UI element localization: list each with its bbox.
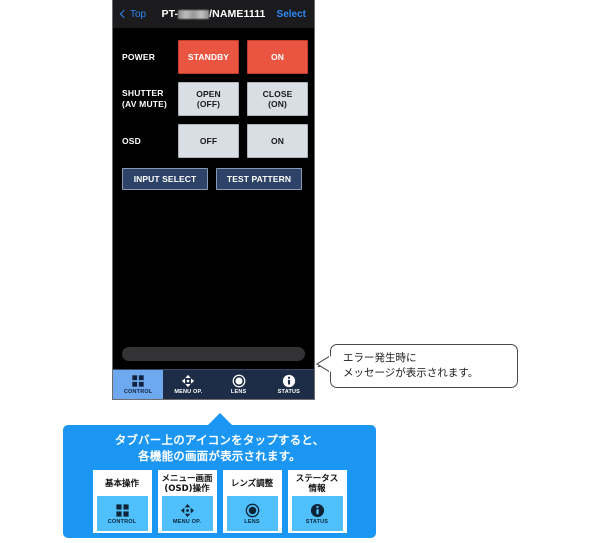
row-label-power: POWER [122, 52, 178, 63]
control-row-power: POWER STANDBY ON [122, 40, 308, 74]
row-label-main: OSD [122, 135, 142, 146]
card-jp-line2: (OSD)操作 [164, 484, 210, 494]
card-icon-box: CONTROL [96, 496, 148, 531]
error-message-bar [122, 347, 305, 361]
power-standby-button[interactable]: STANDBY [178, 40, 239, 74]
row-label-main: SHUTTER [122, 88, 164, 98]
callout-line-2: 各機能の画面が表示されます。 [138, 449, 301, 463]
control-panel: POWER STANDBY ON SHUTTER (AV MUTE) OPEN [113, 28, 314, 190]
card-english-label: STATUS [305, 518, 329, 525]
tab-status[interactable]: STATUS [264, 370, 314, 399]
row-label-osd: OSD [122, 136, 178, 147]
button-label-line2: (OFF) [196, 99, 221, 109]
button-label-line1: CLOSE [262, 89, 293, 99]
card-icon-box: STATUS [291, 496, 343, 531]
feature-card-control[interactable]: 基本操作 CONTROL [92, 470, 152, 533]
feature-card-list: 基本操作 CONTROL メニュー画面 (OSD)操作 MENU OP. レンズ… [63, 470, 376, 533]
tab-label: MENU OP. [174, 389, 203, 395]
callout-line-1: タブバー上のアイコンをタップすると、 [114, 433, 325, 447]
card-jp-line1: レンズ調整 [230, 478, 274, 489]
tabbar-explanation-callout: タブバー上のアイコンをタップすると、 各機能の画面が表示されます。 基本操作 C… [63, 413, 376, 538]
chevron-left-icon [119, 9, 129, 19]
card-english-label: MENU OP. [172, 518, 202, 525]
feature-card-menu-op[interactable]: メニュー画面 (OSD)操作 MENU OP. [157, 470, 217, 533]
shutter-close-button[interactable]: CLOSE (ON) [247, 82, 308, 116]
lens-circle-icon [232, 374, 246, 388]
callout-tail [206, 413, 233, 426]
card-japanese-label: レンズ調整 [231, 473, 273, 495]
card-jp-line1: メニュー画面 [161, 473, 213, 484]
callout-text: エラー発生時に メッセージが表示されます。 [343, 351, 478, 381]
control-row-shutter: SHUTTER (AV MUTE) OPEN (OFF) CLOSE (ON) [122, 82, 308, 116]
tab-menu-op[interactable]: MENU OP. [163, 370, 213, 399]
card-jp-line1: ステータス [295, 473, 339, 484]
feature-card-status[interactable]: ステータス 情報 STATUS [287, 470, 347, 533]
lens-circle-icon [245, 503, 259, 517]
button-label: ON [271, 136, 284, 146]
shutter-open-button[interactable]: OPEN (OFF) [178, 82, 239, 116]
feature-card-lens[interactable]: レンズ調整 LENS [222, 470, 282, 533]
test-pattern-button[interactable]: TEST PATTERN [216, 168, 302, 190]
title-prefix: PT- [161, 8, 179, 20]
card-jp-line1: 基本操作 [104, 478, 139, 489]
osd-off-button[interactable]: OFF [178, 124, 239, 158]
card-jp-line2: 情報 [308, 484, 326, 494]
back-to-top-button[interactable]: Top [119, 8, 147, 20]
info-icon [310, 503, 324, 517]
tab-label: STATUS [277, 389, 301, 395]
power-on-button[interactable]: ON [247, 40, 308, 74]
title-redacted-model [178, 9, 210, 19]
dpad-arrows-icon [182, 374, 195, 388]
dpad-arrows-icon [180, 503, 194, 517]
button-label-line2: (ON) [268, 99, 287, 109]
card-icon-box: MENU OP. [161, 496, 213, 531]
tab-label: CONTROL [123, 389, 153, 395]
card-english-label: CONTROL [107, 518, 137, 525]
control-row-osd: OSD OFF ON [122, 124, 308, 158]
secondary-buttons: INPUT SELECT TEST PATTERN [122, 168, 305, 190]
card-icon-box: LENS [226, 496, 278, 531]
callout-line-2: メッセージが表示されます。 [343, 367, 479, 379]
info-icon [282, 374, 295, 388]
card-japanese-label: メニュー画面 (OSD)操作 [161, 473, 212, 495]
callout-heading: タブバー上のアイコンをタップすると、 各機能の画面が表示されます。 [63, 432, 376, 464]
phone-frame: Top PT- /NAME1111 Select POWER STANDBY ON [112, 0, 315, 400]
tab-lens[interactable]: LENS [214, 370, 264, 399]
callout-line-1: エラー発生時に [343, 352, 417, 364]
select-button[interactable]: Select [277, 9, 306, 20]
callout-tail [318, 356, 331, 372]
row-label-shutter: SHUTTER (AV MUTE) [122, 88, 178, 110]
screenshot-root: Top PT- /NAME1111 Select POWER STANDBY ON [0, 0, 590, 543]
button-label-line1: OPEN [196, 89, 221, 99]
error-message-callout: エラー発生時に メッセージが表示されます。 [318, 344, 518, 388]
card-japanese-label: 基本操作 [105, 473, 139, 495]
tab-label: LENS [230, 389, 247, 395]
tab-bar: CONTROL MENU OP. LENS STATUS [113, 369, 314, 399]
input-select-button[interactable]: INPUT SELECT [122, 168, 208, 190]
navigation-bar: Top PT- /NAME1111 Select [113, 0, 314, 28]
grid-icon [132, 375, 144, 387]
button-label: OFF [199, 136, 218, 146]
tab-control[interactable]: CONTROL [113, 370, 164, 399]
title-suffix: /NAME1111 [209, 8, 266, 20]
button-label: ON [271, 52, 284, 62]
back-label: Top [130, 8, 147, 20]
row-label-main: POWER [122, 51, 156, 62]
grid-icon [115, 503, 129, 517]
osd-on-button[interactable]: ON [247, 124, 308, 158]
card-japanese-label: ステータス 情報 [296, 473, 339, 495]
row-label-sub: (AV MUTE) [122, 99, 168, 109]
button-label: STANDBY [187, 52, 230, 62]
card-english-label: LENS [244, 518, 260, 525]
